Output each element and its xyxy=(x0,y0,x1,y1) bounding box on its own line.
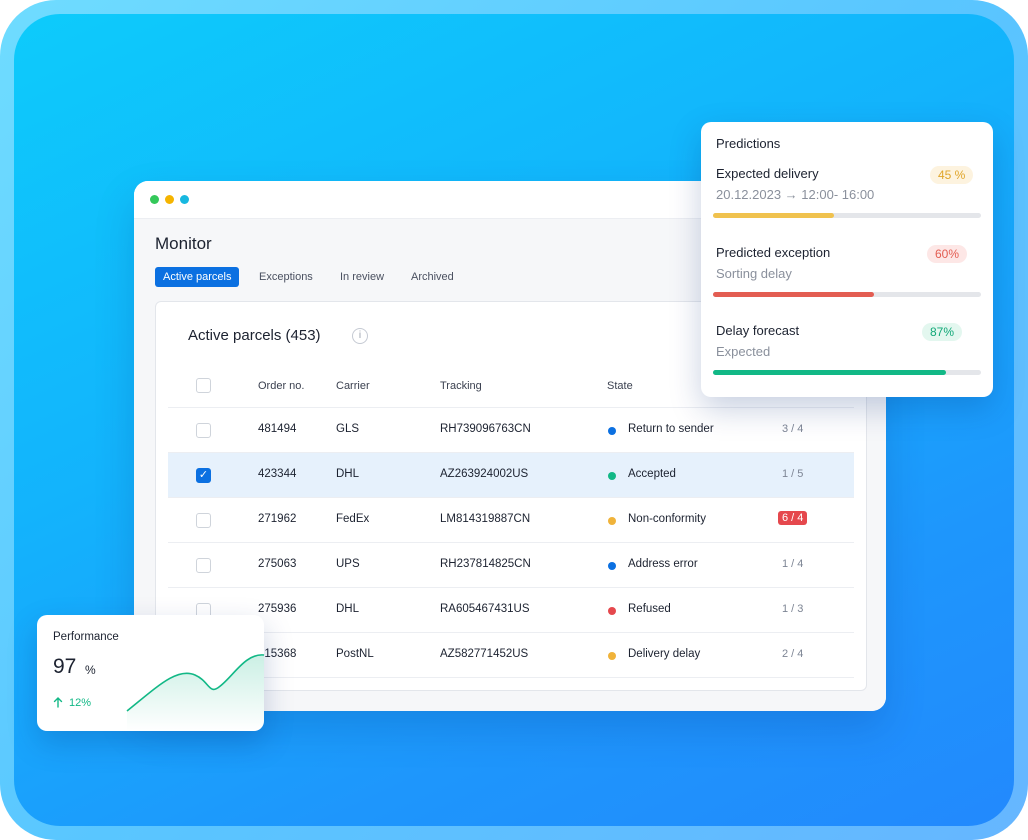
window-dot-yellow[interactable] xyxy=(165,195,174,204)
arrow-up-icon xyxy=(53,697,63,708)
order-number: 423344 xyxy=(258,468,297,480)
info-icon[interactable]: i xyxy=(352,328,368,344)
prediction-percent-badge: 87% xyxy=(922,323,963,341)
prediction-progress-fill xyxy=(713,370,947,375)
window-dot-green[interactable] xyxy=(150,195,159,204)
row-checkbox[interactable] xyxy=(196,558,211,573)
count-label: 2 / 4 xyxy=(782,648,804,660)
state-label: Accepted xyxy=(628,468,676,480)
state-label: Return to sender xyxy=(628,423,714,435)
table-row[interactable]: ✓ 423344 DHL AZ263924002US Accepted 1 / 5 xyxy=(168,453,854,498)
prediction-progress-bar xyxy=(713,292,981,297)
page-title: Monitor xyxy=(155,234,212,253)
prediction-percent-badge: 60% xyxy=(927,245,968,263)
carrier: UPS xyxy=(336,558,360,570)
state-dot xyxy=(608,517,616,525)
count-label: 3 / 4 xyxy=(782,423,804,435)
carrier: FedEx xyxy=(336,513,370,525)
performance-value: 97 xyxy=(53,655,77,678)
row-checkbox[interactable]: ✓ xyxy=(196,468,211,483)
table-title: Active parcels (453) xyxy=(188,327,321,344)
order-number: 481494 xyxy=(258,423,297,435)
state-dot xyxy=(608,427,616,435)
header-tracking[interactable]: Tracking xyxy=(440,380,482,392)
tracking-number: AZ263924002US xyxy=(440,468,529,480)
prediction-progress-bar xyxy=(713,370,981,375)
prediction-sub: Expected xyxy=(716,344,771,359)
row-divider xyxy=(168,677,854,678)
table-row[interactable]: 275936 DHL RA605467431US Refused 1 / 3 xyxy=(168,588,854,633)
sparkline-area xyxy=(127,654,264,731)
tab-exceptions[interactable]: Exceptions xyxy=(251,267,321,287)
state-dot xyxy=(608,562,616,570)
select-all-checkbox[interactable] xyxy=(196,378,211,393)
performance-title: Performance xyxy=(53,631,119,643)
carrier: PostNL xyxy=(336,648,374,660)
carrier: DHL xyxy=(336,468,360,480)
row-checkbox[interactable] xyxy=(196,423,211,438)
tab-in-review[interactable]: In review xyxy=(332,267,392,287)
order-number: 271962 xyxy=(258,513,297,525)
count-label: 1 / 3 xyxy=(782,603,804,615)
prediction-sub: 20.12.2023 → 12:00- 16:00 xyxy=(716,187,875,202)
count-label: 1 / 5 xyxy=(782,468,804,480)
state-label: Address error xyxy=(628,558,698,570)
state-dot xyxy=(608,607,616,615)
state-label: Delivery delay xyxy=(628,648,701,660)
tracking-number: RA605467431US xyxy=(440,603,530,615)
prediction-progress-fill xyxy=(713,292,874,297)
table-row[interactable]: 415368 PostNL AZ582771452US Delivery delay 2… xyxy=(168,633,854,678)
tracking-number: AZ582771452US xyxy=(440,648,529,660)
performance-delta: 12% xyxy=(69,697,92,709)
prediction-label: Predicted exception xyxy=(716,245,831,260)
tab-active-parcels[interactable]: Active parcels xyxy=(155,267,240,287)
prediction-label: Expected delivery xyxy=(716,166,819,181)
prediction-label: Delay forecast xyxy=(716,323,800,338)
order-number: 275063 xyxy=(258,558,297,570)
prediction-progress-fill xyxy=(713,213,834,218)
prediction-progress-bar xyxy=(713,213,981,218)
tab-archived[interactable]: Archived xyxy=(403,267,462,287)
row-checkbox[interactable] xyxy=(196,513,211,528)
header-order[interactable]: Order no. xyxy=(258,380,304,392)
performance-unit: % xyxy=(85,663,96,677)
tracking-number: RH237814825CN xyxy=(440,558,531,570)
tracking-number: LM814319887CN xyxy=(440,513,531,525)
tracking-number: RH739096763CN xyxy=(440,423,531,435)
state-dot xyxy=(608,652,616,660)
carrier: DHL xyxy=(336,603,360,615)
table-row[interactable]: 275063 UPS RH237814825CN Address error 1 / 4 xyxy=(168,543,854,588)
window-dot-blue[interactable] xyxy=(180,195,189,204)
count-alert-badge: 6 / 4 xyxy=(778,511,808,525)
header-carrier[interactable]: Carrier xyxy=(336,380,370,392)
predictions-title: Predictions xyxy=(716,136,781,151)
count-label: 1 / 4 xyxy=(782,558,804,570)
performance-card: Performance 97 % 12% xyxy=(37,615,264,731)
prediction-sub: Sorting delay xyxy=(716,266,792,281)
prediction-percent-badge: 45 % xyxy=(930,166,974,184)
header-state[interactable]: State xyxy=(607,380,633,392)
carrier: GLS xyxy=(336,423,360,435)
predictions-card: Predictions Expected delivery 20.12.2023… xyxy=(701,122,993,397)
state-label: Refused xyxy=(628,603,671,615)
table-row[interactable]: 481494 GLS RH739096763CN Return to sender 3 … xyxy=(168,408,854,453)
table-row[interactable]: 271962 FedEx LM814319887CN Non-conformity 6 … xyxy=(168,498,854,543)
state-dot xyxy=(608,472,616,480)
order-number: 275936 xyxy=(258,603,297,615)
state-label: Non-conformity xyxy=(628,513,706,525)
